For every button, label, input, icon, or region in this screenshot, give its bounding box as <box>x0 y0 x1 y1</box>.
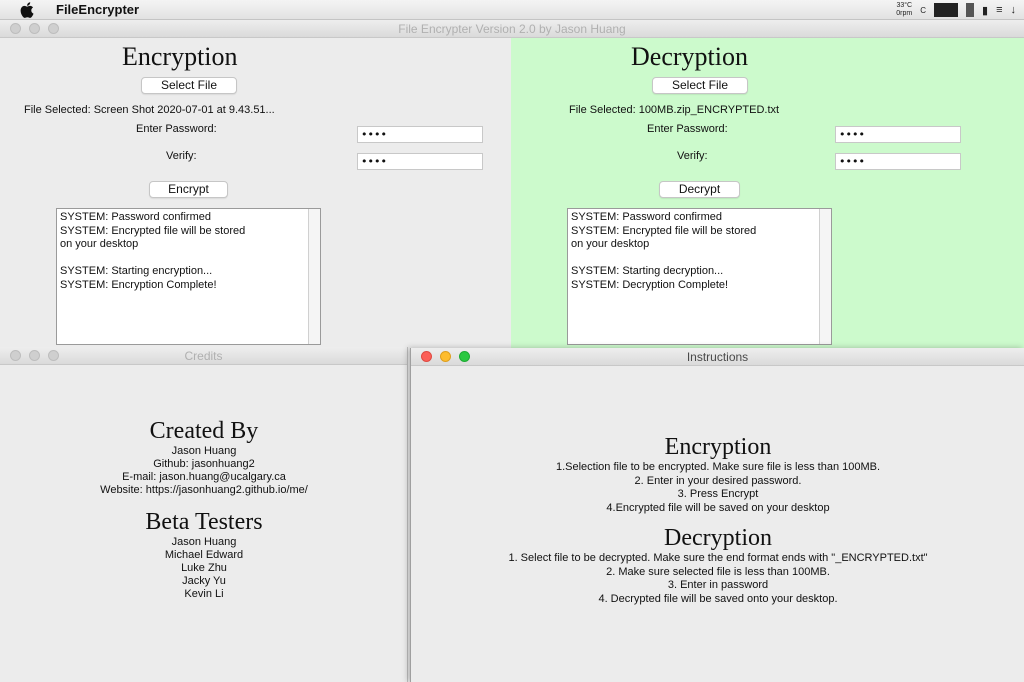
tester-name: Jason Huang <box>171 536 237 548</box>
credits-email: E-mail: jason.huang@ucalgary.ca <box>122 471 286 483</box>
decryption-password-field[interactable]: •••• <box>835 126 961 143</box>
decrypt-button[interactable]: Decrypt <box>659 181 740 198</box>
encryption-password-label: Enter Password: <box>136 123 217 135</box>
decryption-log[interactable]: SYSTEM: Password confirmed SYSTEM: Encry… <box>567 208 832 345</box>
log-line: SYSTEM: Starting encryption... <box>60 265 213 277</box>
tester-name: Jacky Yu <box>182 575 226 587</box>
instruction-step: 3. Enter in password <box>667 579 769 591</box>
instruction-step: 1. Select file to be decrypted. Make sur… <box>508 552 928 564</box>
encryption-verify-field[interactable]: •••• <box>357 153 483 170</box>
credits-website: Website: https://jasonhuang2.github.io/m… <box>100 484 308 496</box>
encryption-panel: Encryption Select File File Selected: Sc… <box>0 38 511 350</box>
decryption-file-selected: File Selected: 100MB.zip_ENCRYPTED.txt <box>569 104 780 116</box>
encryption-verify-label: Verify: <box>166 150 197 162</box>
decryption-verify-field[interactable]: •••• <box>835 153 961 170</box>
credits-content: Created By Jason Huang Github: jasonhuan… <box>0 365 408 682</box>
encryption-file-selected: File Selected: Screen Shot 2020-07-01 at… <box>24 104 275 116</box>
log-line: on your desktop <box>60 238 139 250</box>
instruction-step: 4. Decrypted file will be saved onto you… <box>598 592 838 605</box>
credits-window: Credits Created By Jason Huang Github: j… <box>0 347 408 682</box>
tester-name: Luke Zhu <box>181 562 227 574</box>
status-area: 33°C 0rpm C ▮ ≡ ↓ <box>896 1 1016 19</box>
menu-bar: FileEncrypter 33°C 0rpm C ▮ ≡ ↓ <box>0 0 1024 20</box>
log-line: SYSTEM: Password confirmed <box>571 211 722 223</box>
instruction-step: 2. Enter in your desired password. <box>634 474 802 487</box>
encryption-log-scrollbar[interactable] <box>308 209 320 344</box>
log-line: SYSTEM: Password confirmed <box>60 211 211 223</box>
weather-temp: 33°C <box>896 2 913 9</box>
credits-window-title: Credits <box>184 349 223 363</box>
app-name-menu[interactable]: FileEncrypter <box>56 2 139 17</box>
credits-author: Jason Huang <box>171 445 237 457</box>
encryption-select-file-button[interactable]: Select File <box>141 77 237 94</box>
log-line: SYSTEM: Encryption Complete! <box>60 278 217 291</box>
decryption-password-label: Enter Password: <box>647 123 728 135</box>
cpu-graph-icon[interactable] <box>934 3 959 17</box>
encryption-password-field[interactable]: •••• <box>357 126 483 143</box>
log-line: SYSTEM: Decryption Complete! <box>571 278 729 291</box>
encrypt-button[interactable]: Encrypt <box>149 181 228 198</box>
credits-github: Github: jasonhuang2 <box>153 458 255 470</box>
encryption-log[interactable]: SYSTEM: Password confirmed SYSTEM: Encry… <box>56 208 321 345</box>
tester-name: Kevin Li <box>184 588 224 600</box>
weather-time: 0rpm <box>896 10 913 17</box>
instruction-step: 1.Selection file to be encrypted. Make s… <box>555 461 881 473</box>
temperature-unit-label: C <box>920 5 927 15</box>
download-arrow-icon[interactable]: ↓ <box>1011 4 1017 16</box>
decryption-log-scrollbar[interactable] <box>819 209 831 344</box>
instructions-decryption-heading: Decryption <box>664 525 772 551</box>
beta-testers-heading: Beta Testers <box>145 509 263 535</box>
created-by-heading: Created By <box>149 418 259 444</box>
wifi-icon[interactable]: ≡ <box>996 4 1002 16</box>
weather-widget[interactable]: 33°C 0rpm <box>896 2 912 18</box>
battery-icon[interactable]: ▮ <box>982 4 988 17</box>
tester-name: Michael Edward <box>164 549 244 561</box>
instruction-step: 4.Encrypted file will be saved on your d… <box>606 501 830 514</box>
log-line: SYSTEM: Encrypted file will be stored <box>571 224 757 237</box>
instruction-step: 3. Press Encrypt <box>677 488 759 500</box>
decryption-heading: Decryption <box>631 42 748 71</box>
main-window-title: File Encrypter Version 2.0 by Jason Huan… <box>398 22 626 36</box>
encryption-heading: Encryption <box>122 42 238 71</box>
instructions-encryption-heading: Encryption <box>664 434 772 460</box>
log-line: SYSTEM: Starting decryption... <box>571 265 724 277</box>
instruction-step: 2. Make sure selected file is less than … <box>606 565 830 578</box>
instructions-titlebar[interactable]: Instructions <box>411 348 1024 366</box>
log-line: on your desktop <box>571 238 650 250</box>
memory-icon[interactable] <box>966 3 975 17</box>
instructions-window-title: Instructions <box>686 350 749 364</box>
apple-icon[interactable] <box>20 1 34 18</box>
instructions-window: Instructions Encryption 1.Selection file… <box>410 348 1024 682</box>
main-window: File Encrypter Version 2.0 by Jason Huan… <box>0 20 1024 350</box>
instructions-content: Encryption 1.Selection file to be encryp… <box>411 366 1024 606</box>
decryption-select-file-button[interactable]: Select File <box>652 77 748 94</box>
decryption-verify-label: Verify: <box>677 150 708 162</box>
decryption-panel: Decryption Select File File Selected: 10… <box>511 38 1024 350</box>
log-line: SYSTEM: Encrypted file will be stored <box>60 224 246 237</box>
credits-titlebar[interactable]: Credits <box>0 347 407 365</box>
main-titlebar[interactable]: File Encrypter Version 2.0 by Jason Huan… <box>0 20 1024 38</box>
